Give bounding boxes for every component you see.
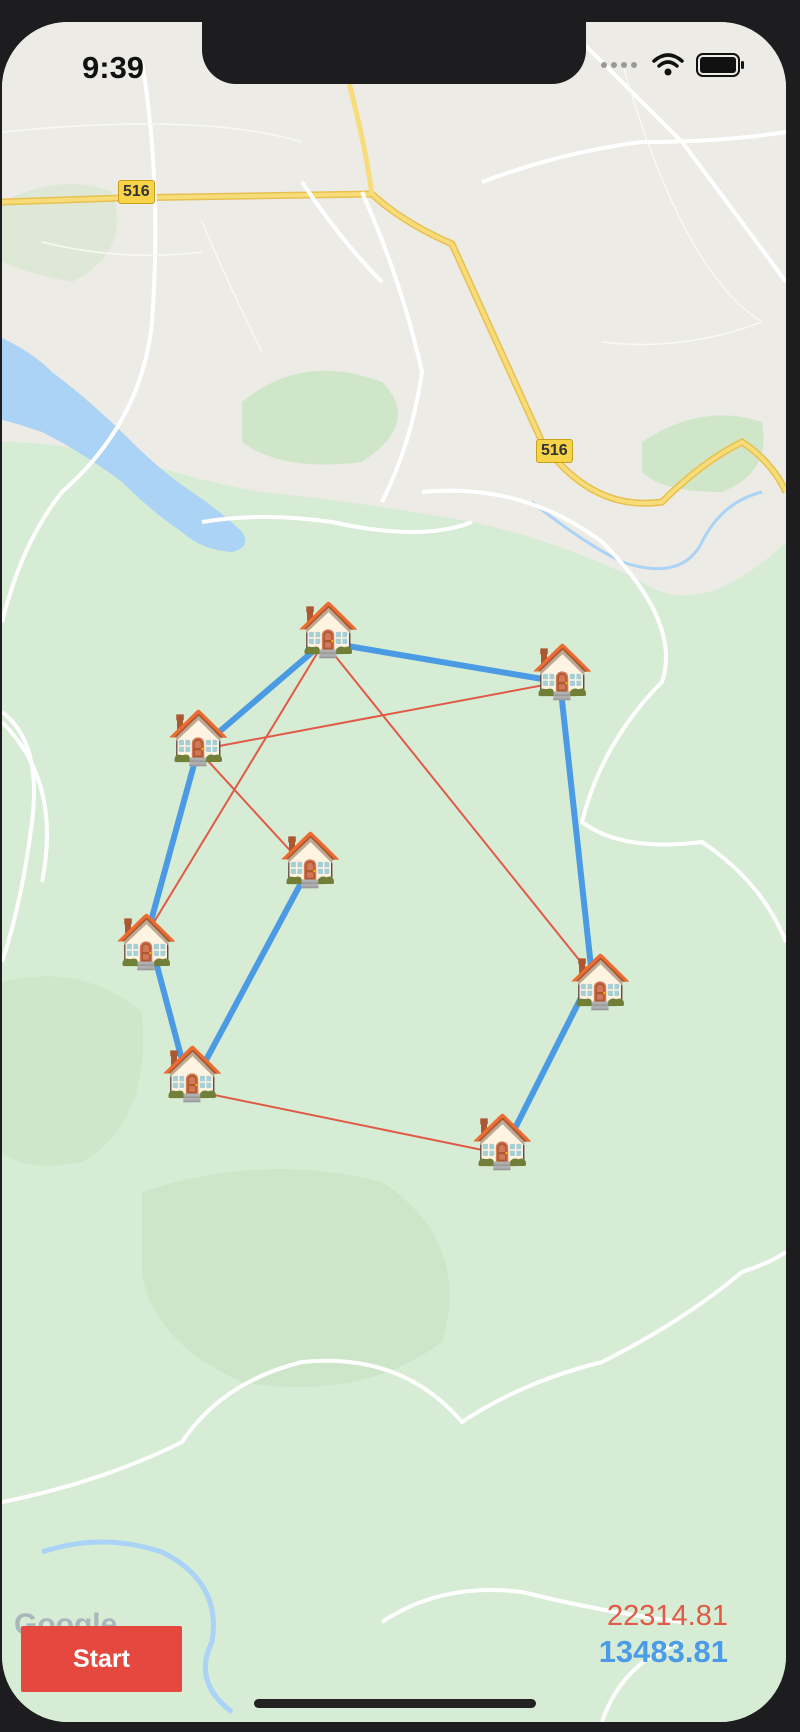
start-button[interactable]: Start (21, 1626, 182, 1692)
house-marker-2[interactable]: 🏠 (530, 642, 595, 702)
house-marker-5[interactable]: 🏠 (114, 912, 179, 972)
house-marker-3[interactable]: 🏠 (166, 708, 231, 768)
status-time: 9:39 (82, 50, 145, 85)
route-badge: 516 (536, 439, 573, 463)
battery-icon (696, 53, 744, 77)
house-marker-1[interactable]: 🏠 (296, 600, 361, 660)
house-marker-8[interactable]: 🏠 (470, 1112, 535, 1172)
device-notch (202, 22, 586, 84)
red-distance-label: 22314.81 (607, 1600, 728, 1632)
route-badge: 516 (118, 180, 155, 204)
blue-distance-label: 13483.81 (598, 1634, 728, 1669)
house-marker-6[interactable]: 🏠 (568, 952, 633, 1012)
house-marker-7[interactable]: 🏠 (160, 1044, 225, 1104)
status-icons (600, 52, 746, 78)
map-view[interactable] (2, 22, 786, 1722)
house-marker-4[interactable]: 🏠 (278, 830, 343, 890)
wifi-icon (652, 53, 684, 76)
cellular-signal-icon (601, 62, 637, 68)
home-indicator[interactable] (254, 1699, 536, 1708)
phone-screen: 516 516 🏠 🏠 🏠 🏠 🏠 🏠 🏠 🏠 9:39 Google Star… (2, 22, 786, 1722)
